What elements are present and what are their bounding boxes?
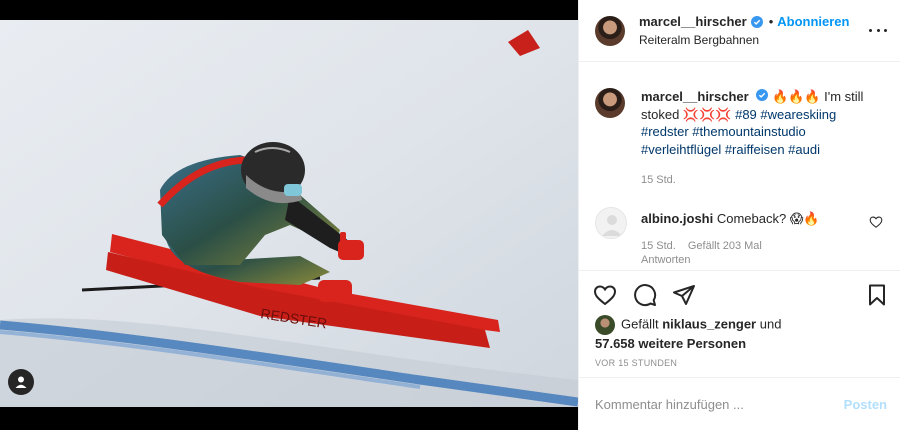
comment-time[interactable]: 15 Std. [641,240,676,252]
post-viewer: REDSTER marcel__hirscher • Abonnieren Re… [0,0,900,430]
caption-author-username[interactable]: marcel__hirscher [641,89,749,104]
user-tag-icon[interactable] [8,369,34,395]
likes-summary: Gefällt niklaus_zenger und 57.658 weiter… [595,315,885,352]
commenter-username[interactable]: albino.joshi [641,211,713,226]
author-username[interactable]: marcel__hirscher [639,14,747,30]
comment-composer: Posten [579,378,900,430]
comment-bubble-icon[interactable] [633,283,657,307]
comment-likes[interactable]: Gefällt 203 Mal [688,240,762,252]
comment-meta: 15 Std. Gefällt 203 Mal Antworten [641,239,881,267]
caption-timestamp[interactable]: 15 Std. [641,174,676,186]
post-side-panel: marcel__hirscher • Abonnieren Reiteralm … [578,0,900,430]
caption-boom-emojis: 💢💢💢 [682,106,732,122]
post-timestamp[interactable]: VOR 15 STUNDEN [595,358,677,368]
post-media[interactable]: REDSTER [0,0,578,430]
comment-input[interactable] [595,396,844,412]
comments-section: marcel__hirscher 🔥🔥🔥 I'm still stoked 💢💢… [579,62,900,270]
caption-hashtags-line-2[interactable]: #redster #themountainstudio [641,124,806,139]
likes-mid: und [756,316,782,332]
verified-badge-icon [750,16,763,28]
caption-hashtags-line-1[interactable]: #89 #weareskiing [731,107,836,122]
comment-content: Comeback? 😱🔥 [716,211,820,226]
liker-avatar[interactable] [595,315,615,335]
more-dots-icon[interactable] [869,22,887,38]
commenter-avatar[interactable] [595,207,627,239]
share-send-icon[interactable] [672,283,696,307]
post-location[interactable]: Reiteralm Bergbahnen [639,33,849,47]
follow-button[interactable]: Abonnieren [777,14,849,30]
ski-racer-photo: REDSTER [0,20,578,407]
comment-text: albino.joshi Comeback? 😱🔥 [641,210,861,227]
bookmark-save-icon[interactable] [865,283,889,307]
separator-dot: • [768,14,774,29]
post-comment-button[interactable]: Posten [844,397,887,412]
caption-text: marcel__hirscher 🔥🔥🔥 I'm still stoked 💢💢… [641,88,881,158]
comment-reply-button[interactable]: Antworten [641,254,691,266]
comment-heart-icon[interactable] [869,215,883,229]
verified-badge-icon [756,89,769,101]
caption-author-avatar[interactable] [595,88,625,118]
caption-hashtags-line-3[interactable]: #verleihtflügel #raiffeisen #audi [641,142,820,157]
likes-count[interactable]: 57.658 weitere Personen [595,336,746,351]
like-heart-icon[interactable] [593,283,617,307]
author-avatar[interactable] [595,15,625,46]
caption-fire-emojis: 🔥🔥🔥 [771,89,821,104]
liker-username[interactable]: niklaus_zenger [662,316,756,331]
post-header: marcel__hirscher • Abonnieren Reiteralm … [579,0,900,62]
action-bar: Gefällt niklaus_zenger und 57.658 weiter… [579,270,900,378]
likes-prefix: Gefällt [621,316,663,332]
